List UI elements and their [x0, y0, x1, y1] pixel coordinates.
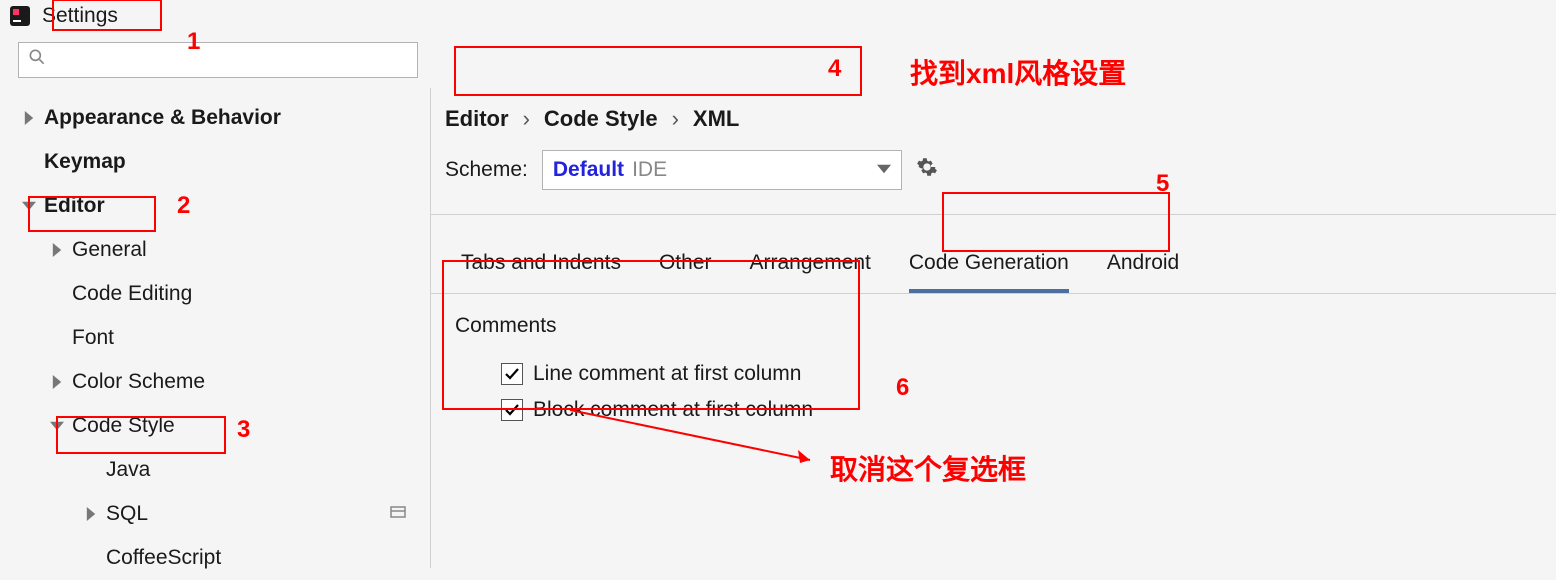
chevron-right-icon	[80, 503, 102, 525]
chevron-down-icon	[877, 158, 891, 182]
sidebar-item-coffeescript[interactable]: CoffeeScript	[18, 536, 430, 580]
tab-code-generation[interactable]: Code Generation	[909, 251, 1069, 293]
sidebar-item-color-scheme[interactable]: Color Scheme	[18, 360, 430, 404]
chevron-right-icon	[46, 371, 68, 393]
checkbox[interactable]	[501, 399, 523, 421]
check-block-comment[interactable]: Block comment at first column	[455, 392, 1556, 428]
chevron-right-icon: ›	[666, 106, 685, 132]
title-bar: Settings	[0, 0, 1556, 32]
sidebar-item-label: Code Style	[72, 414, 175, 438]
scope-icon	[390, 502, 406, 526]
check-label: Line comment at first column	[533, 362, 801, 386]
search-row	[0, 32, 1556, 88]
sidebar-item-general[interactable]: General	[18, 228, 430, 272]
search-icon	[27, 47, 47, 73]
tab-android[interactable]: Android	[1107, 251, 1179, 293]
chevron-right-icon: ›	[517, 106, 536, 132]
tab-other[interactable]: Other	[659, 251, 712, 293]
sidebar-item-sql[interactable]: SQL	[18, 492, 430, 536]
sidebar-item-label: Java	[106, 458, 150, 482]
scheme-selected-primary: Default	[553, 158, 624, 182]
content-panel: Editor › Code Style › XML Scheme: Defaul…	[430, 88, 1556, 568]
sidebar-item-label: Editor	[44, 194, 105, 218]
scheme-select[interactable]: Default IDE	[542, 150, 902, 190]
gear-icon[interactable]	[916, 156, 938, 184]
check-label: Block comment at first column	[533, 398, 813, 422]
sidebar-item-appearance-behavior[interactable]: Appearance & Behavior	[18, 96, 430, 140]
sidebar: Appearance & Behavior Keymap Editor Gene…	[0, 88, 430, 568]
breadcrumb: Editor › Code Style › XML	[431, 88, 1556, 150]
scheme-selected-secondary: IDE	[632, 158, 667, 182]
sidebar-item-font[interactable]: Font	[18, 316, 430, 360]
sidebar-item-label: Color Scheme	[72, 370, 205, 394]
chevron-down-icon	[46, 415, 68, 437]
sidebar-item-keymap[interactable]: Keymap	[18, 140, 430, 184]
comments-section: Comments Line comment at first column Bl…	[431, 294, 1556, 428]
check-line-comment[interactable]: Line comment at first column	[455, 356, 1556, 392]
breadcrumb-part[interactable]: Code Style	[544, 106, 658, 132]
scheme-row: Scheme: Default IDE	[431, 150, 1556, 215]
scheme-label: Scheme:	[445, 158, 528, 182]
search-input-wrap[interactable]	[18, 42, 418, 78]
sidebar-item-label: CoffeeScript	[106, 546, 221, 570]
search-input[interactable]	[53, 49, 409, 71]
chevron-right-icon	[46, 239, 68, 261]
breadcrumb-part[interactable]: Editor	[445, 106, 509, 132]
breadcrumb-part[interactable]: XML	[693, 106, 739, 132]
tabs: Tabs and Indents Other Arrangement Code …	[431, 229, 1556, 294]
sidebar-item-label: Code Editing	[72, 282, 192, 306]
sidebar-item-label: Appearance & Behavior	[44, 106, 281, 130]
app-icon	[8, 4, 32, 28]
sidebar-item-code-editing[interactable]: Code Editing	[18, 272, 430, 316]
sidebar-item-label: Keymap	[44, 150, 126, 174]
chevron-right-icon	[18, 107, 40, 129]
sidebar-item-code-style[interactable]: Code Style	[18, 404, 430, 448]
sidebar-item-label: Font	[72, 326, 114, 350]
tab-tabs-and-indents[interactable]: Tabs and Indents	[461, 251, 621, 293]
window-title: Settings	[42, 4, 118, 28]
section-title: Comments	[455, 314, 1556, 338]
chevron-down-icon	[18, 195, 40, 217]
tab-arrangement[interactable]: Arrangement	[749, 251, 870, 293]
sidebar-item-label: SQL	[106, 502, 148, 526]
sidebar-item-java[interactable]: Java	[18, 448, 430, 492]
checkbox[interactable]	[501, 363, 523, 385]
sidebar-item-editor[interactable]: Editor	[18, 184, 430, 228]
sidebar-item-label: General	[72, 238, 147, 262]
